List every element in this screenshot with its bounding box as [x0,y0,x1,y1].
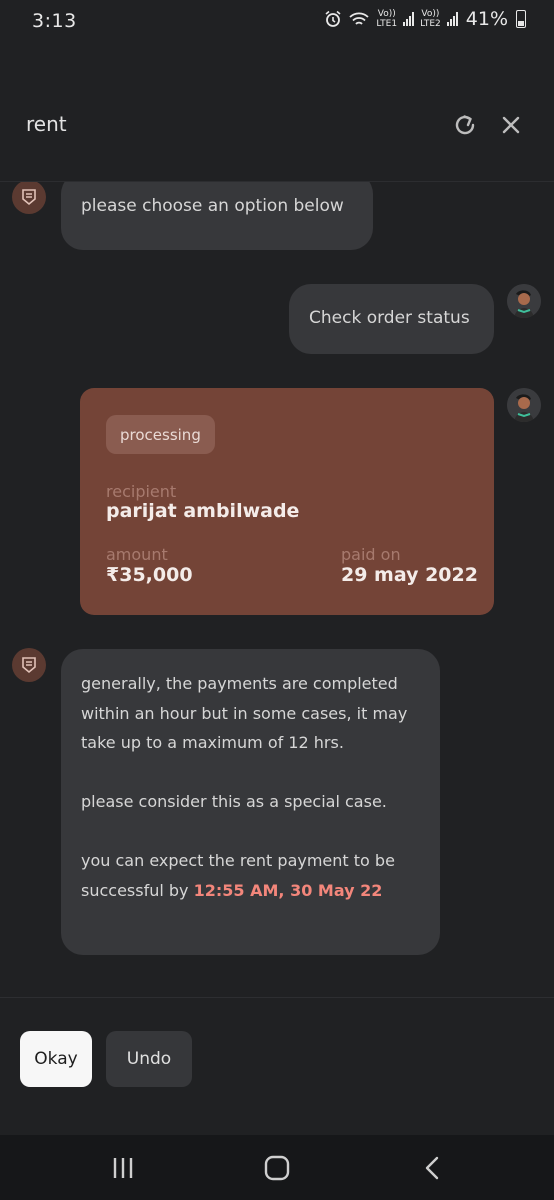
user-avatar-image [507,388,541,422]
undo-button[interactable]: Undo [106,1031,192,1087]
refresh-icon[interactable] [450,110,480,140]
amount-label: amount [106,545,168,564]
bot-info-paragraph-3: you can expect the rent payment to be su… [81,846,420,905]
shield-logo-icon [22,189,36,206]
sim2-label-top: Vo)) [421,9,440,19]
amount-value: ₹35,000 [106,564,193,586]
user-avatar [507,284,541,318]
user-avatar [507,388,541,422]
close-icon[interactable] [496,110,526,140]
wifi-icon [349,12,370,25]
chat-header: rent [0,44,554,182]
sim1-signal: Vo)) LTE1 [376,9,397,29]
bot-info-paragraph-2: please consider this as a special case. [81,792,387,811]
user-message-text: Check order status [309,308,470,328]
system-navigation-bar [0,1135,554,1200]
bot-info-paragraph-1: generally, the payments are completed wi… [81,674,408,752]
signal-bars-icon [403,12,415,26]
order-status-badge: processing [106,415,215,454]
chat-thread[interactable]: please choose an option below Check orde… [0,182,554,997]
divider [0,997,554,998]
bot-avatar [12,648,46,682]
recipient-value: parijat ambilwade [106,500,300,522]
expected-time-highlight: 12:55 AM, 30 May 22 [193,880,383,900]
home-icon[interactable] [262,1155,292,1181]
bot-message-bubble: please choose an option below [61,182,373,250]
recent-apps-icon[interactable] [108,1155,138,1181]
status-time: 3:13 [32,10,77,32]
status-icons: Vo)) LTE1 Vo)) LTE2 41% [324,8,526,30]
shield-logo-icon [22,657,36,674]
user-message-bubble: Check order status [289,284,494,354]
okay-button[interactable]: Okay [20,1031,92,1087]
sim2-label-bottom: LTE2 [420,19,441,29]
bot-avatar [12,182,46,214]
signal-bars-icon [446,12,458,26]
sim1-label-bottom: LTE1 [376,19,398,29]
bot-info-bubble: generally, the payments are completed wi… [61,649,440,955]
status-bar: 3:13 Vo)) LTE1 Vo)) LTE2 41% [0,0,554,44]
bot-message-text: please choose an option below [81,196,344,216]
paid-on-label: paid on [341,545,401,564]
paid-on-value: 29 may 2022 [341,564,478,586]
recipient-label: recipient [106,482,177,501]
user-avatar-image [507,284,541,318]
back-icon[interactable] [418,1155,448,1181]
battery-icon [516,10,526,28]
battery-percent: 41% [465,8,508,30]
alarm-icon [325,10,341,27]
order-status-card[interactable]: processing recipient parijat ambilwade a… [80,388,494,615]
sim2-signal: Vo)) LTE2 [420,9,441,29]
chat-title: rent [26,112,67,136]
sim1-label-top: Vo)) [377,9,396,19]
